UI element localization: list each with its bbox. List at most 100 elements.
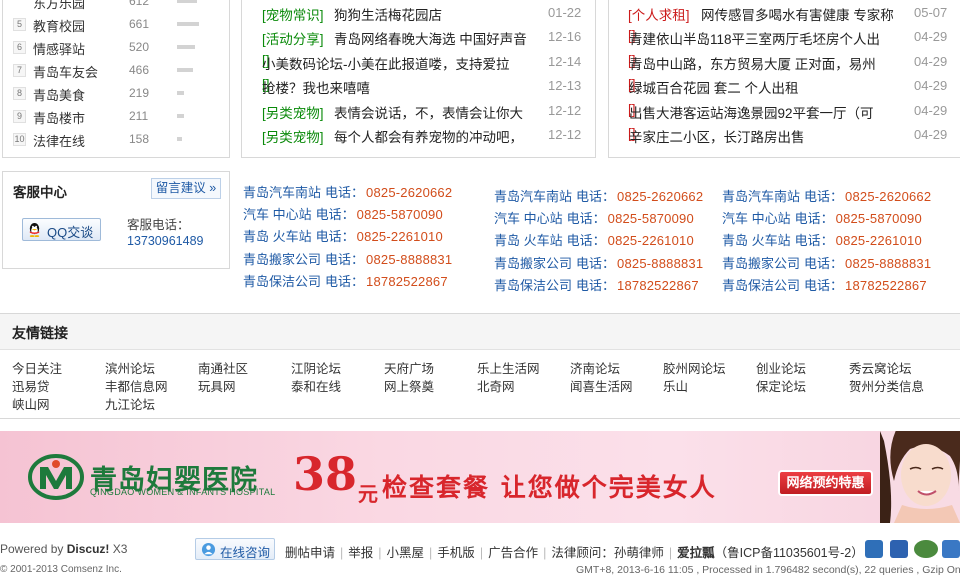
friend-link[interactable]: 创业论坛 (756, 358, 806, 377)
friend-links-box: 友情链接 今日关注 滨州论坛 南通社区 江阴论坛 天府广场 乐上生活网 济南论坛 胶州网论坛 创… (0, 313, 960, 419)
ranking-forum-name[interactable]: 东方乐园 (33, 0, 85, 12)
news-title[interactable]: 抢楼？我也来嘻嘻 (262, 77, 370, 97)
friend-link[interactable]: 保定论坛 (756, 376, 806, 395)
footer-link[interactable]: 手机版 (437, 546, 475, 560)
ranking-row[interactable]: 7 青岛车友会 466 (11, 59, 226, 82)
news-title[interactable]: 狗狗生活梅花园店 (334, 4, 442, 24)
news-item[interactable]: [] 小美数码论坛-小美在此报道喽，支持爱拉 12-14 (242, 51, 595, 75)
friend-link[interactable]: 天府广场 (384, 358, 434, 377)
ranking-forum-name[interactable]: 情感驿站 (33, 39, 85, 58)
news-item[interactable]: [] 抢楼？我也来嘻嘻 12-13 (242, 75, 595, 99)
phone-entry-number: 18782522867 (366, 273, 448, 289)
news-item[interactable]: [] 出售大港客运站海逸景园92平套一厅（可 04-29 (609, 100, 960, 124)
verified-site-icon[interactable] (914, 540, 938, 558)
news-title[interactable]: 小美数码论坛-小美在此报道喽，支持爱拉 (262, 53, 510, 73)
friend-link[interactable]: 滨州论坛 (105, 358, 155, 377)
friend-link[interactable]: 北奇网 (477, 376, 515, 395)
police-badge-icon[interactable] (865, 540, 883, 558)
friend-link[interactable]: 峡山网 (12, 394, 50, 413)
ranking-forum-name[interactable]: 青岛美食 (33, 85, 85, 104)
trust-seal-icon[interactable] (942, 540, 960, 558)
friend-link[interactable]: 九江论坛 (105, 394, 155, 413)
phone-entry-number: 18782522867 (845, 277, 927, 293)
news-item[interactable]: [宠物常识] 狗狗生活梅花园店 01-22 (242, 2, 595, 26)
news-category[interactable]: [个人求租] (628, 4, 690, 24)
ranking-forum-name[interactable]: 教育校园 (33, 16, 85, 35)
friend-link[interactable]: 闻喜生活网 (570, 376, 633, 395)
news-title[interactable]: 青建依山半岛118平三室两厅毛坯房个人出 (629, 28, 880, 48)
news-category[interactable]: [另类宠物] (262, 126, 324, 146)
news-category[interactable]: [活动分享] (262, 28, 324, 48)
friend-link[interactable]: 乐上生活网 (477, 358, 540, 377)
friend-link[interactable]: 乐山 (663, 376, 688, 395)
ranking-row[interactable]: 5 教育校园 661 (11, 13, 226, 36)
news-title[interactable]: 青岛网络春晚大海选 中国好声音 (334, 28, 527, 48)
friend-link[interactable]: 济南论坛 (570, 358, 620, 377)
footer-link[interactable]: 小黑屋 (387, 546, 425, 560)
qq-penguin-icon (29, 222, 40, 237)
ranking-row[interactable]: 10 法律在线 158 (11, 128, 226, 151)
news-title[interactable]: 绿城百合花园 套二 个人出租 (629, 77, 799, 97)
ranking-forum-name[interactable]: 青岛车友会 (33, 62, 98, 81)
phone-entry-name: 青岛保洁公司 (243, 273, 322, 289)
friend-link[interactable]: 南通社区 (198, 358, 248, 377)
news-category[interactable]: [另类宠物] (262, 102, 324, 122)
footer-link[interactable]: 举报 (348, 546, 373, 560)
news-item[interactable]: [另类宠物] 每个人都会有养宠物的冲动吧， 12-12 (242, 124, 595, 148)
hospital-banner-ad[interactable]: 青岛妇婴医院 QINGDAO WOMEN & INFANTS HOSPITAL … (0, 431, 960, 523)
footer-link[interactable]: 法律顾问：孙萌律师 (551, 546, 664, 560)
ranking-forum-name[interactable]: 法律在线 (33, 131, 85, 150)
friend-link[interactable]: 丰都信息网 (105, 376, 168, 395)
phone-entry-number: 0825-2620662 (617, 189, 704, 204)
footer-link[interactable]: 删帖申请 (285, 546, 335, 560)
news-date: 04-29 (914, 127, 948, 142)
news-title[interactable]: 每个人都会有养宠物的冲动吧， (334, 126, 523, 146)
online-consult-button[interactable]: 在线咨询 (195, 538, 275, 560)
friend-link[interactable]: 泰和在线 (291, 376, 341, 395)
news-item[interactable]: [另类宠物] 表情会说话，不，表情会让你大 12-12 (242, 100, 595, 124)
news-title[interactable]: 出售大港客运站海逸景园92平套一厅（可 (629, 102, 874, 122)
rank-number: 6 (13, 41, 26, 54)
ranking-row[interactable]: 8 青岛美食 219 (11, 82, 226, 105)
site-name-link[interactable]: 爱拉瓢 (677, 546, 715, 560)
news-title[interactable]: 辛家庄二小区，长汀路房出售 (629, 126, 805, 146)
phone-entry-label: 电话： (576, 255, 616, 271)
phone-entry: 汽车 中心站 电话： 0825-5870090 (494, 210, 703, 232)
friend-link[interactable]: 江阴论坛 (291, 358, 341, 377)
phone-entry: 青岛汽车南站 电话： 0825-2620662 (494, 188, 703, 210)
phone-entry-label: 电话： (325, 185, 365, 200)
ranking-forum-name[interactable]: 青岛楼市 (33, 108, 85, 127)
feedback-button[interactable]: 留言建议 » (151, 178, 221, 199)
phone-entry-label: 电话： (794, 211, 834, 227)
news-title[interactable]: 表情会说话，不，表情会让你大 (334, 102, 523, 122)
friend-link[interactable]: 玩具网 (198, 376, 236, 395)
news-item[interactable]: [个人求租] 网传感冒多喝水有害健康 专家称 05-07 (609, 2, 960, 26)
ranking-post-count: 219 (129, 86, 150, 100)
ranking-row[interactable]: 东方乐园 612 (11, 0, 226, 13)
friend-link[interactable]: 网上祭奠 (384, 376, 434, 395)
news-item[interactable]: [活动分享] 青岛网络春晚大海选 中国好声音 12-16 (242, 26, 595, 50)
ranking-row[interactable]: 9 青岛楼市 211 (11, 105, 226, 128)
ranking-row[interactable]: 6 情感驿站 520 (11, 36, 226, 59)
qq-chat-button[interactable]: QQ交谈 (22, 218, 101, 241)
icp-link[interactable]: （鲁ICP备11035601号-2） (715, 546, 864, 560)
footer-separator: | (378, 546, 382, 560)
baidu-paw-icon[interactable] (890, 540, 908, 558)
footer-link[interactable]: 广告合作 (488, 546, 538, 560)
news-item[interactable]: [] 绿城百合花园 套二 个人出租 04-29 (609, 75, 960, 99)
news-item[interactable]: [] 辛家庄二小区，长汀路房出售 04-29 (609, 124, 960, 148)
news-title[interactable]: 青岛中山路，东方贸易大厦 正对面，易州 (629, 53, 876, 73)
friend-link[interactable]: 胶州网论坛 (663, 358, 726, 377)
friend-link[interactable]: 今日关注 (12, 358, 62, 377)
discuz-link[interactable]: Discuz! (67, 542, 110, 556)
friend-link[interactable]: 秀云窝论坛 (849, 358, 912, 377)
ranking-post-count: 520 (129, 40, 150, 54)
phone-entry-label: 电话： (804, 189, 844, 204)
online-booking-button[interactable]: 网络预约特惠 (778, 470, 873, 496)
news-title[interactable]: 网传感冒多喝水有害健康 专家称 (701, 4, 894, 24)
friend-link[interactable]: 迅易贷 (12, 376, 50, 395)
news-category[interactable]: [宠物常识] (262, 4, 324, 24)
friend-link[interactable]: 贺州分类信息 (849, 376, 924, 395)
news-item[interactable]: [] 青建依山半岛118平三室两厅毛坯房个人出 04-29 (609, 26, 960, 50)
news-item[interactable]: [] 青岛中山路，东方贸易大厦 正对面，易州 04-29 (609, 51, 960, 75)
